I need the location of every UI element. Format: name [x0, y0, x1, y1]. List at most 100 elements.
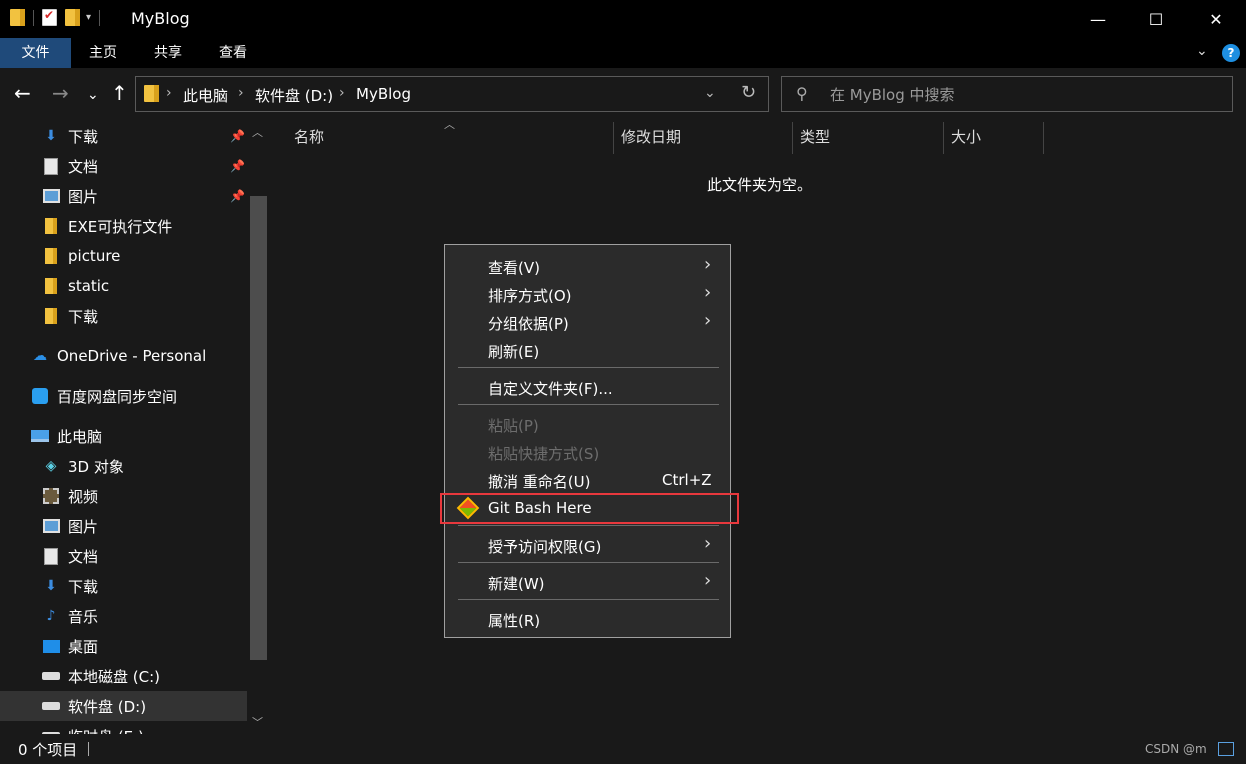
column-header-size[interactable]: 大小	[951, 120, 1041, 154]
properties-icon[interactable]	[42, 8, 57, 26]
submenu-chevron-icon: ›	[704, 282, 712, 303]
sidebar-item-desktop[interactable]: 桌面	[0, 631, 247, 661]
address-bar[interactable]: › 此电脑 › 软件盘 (D:) › MyBlog ⌄ ↻	[135, 76, 769, 112]
menu-item-new[interactable]: 新建(W) ›	[446, 568, 729, 596]
sidebar-item-label: 音乐	[68, 607, 99, 626]
sidebar-item-drive-d[interactable]: 软件盘 (D:)	[0, 691, 247, 721]
sidebar-item-exe-folder[interactable]: EXE可执行文件	[0, 211, 247, 241]
breadcrumb-chevron-icon[interactable]: ›	[339, 85, 345, 101]
tab-file[interactable]: 文件	[0, 38, 71, 68]
sidebar-item-local-disk-c[interactable]: 本地磁盘 (C:)	[0, 661, 247, 691]
sidebar-item-label: 临时盘 (E:)	[68, 726, 144, 735]
recent-locations-chevron-icon[interactable]: ⌄	[87, 84, 99, 106]
menu-item-customize-folder[interactable]: 自定义文件夹(F)...	[446, 373, 729, 401]
sidebar-item-label: 文档	[68, 157, 99, 176]
back-arrow-icon[interactable]: ←	[14, 82, 31, 104]
sidebar-item-downloads-folder[interactable]: 下载	[0, 301, 247, 331]
column-divider[interactable]	[1043, 122, 1044, 154]
sidebar-item-label: 下载	[68, 127, 99, 146]
column-header-type[interactable]: 类型	[800, 120, 940, 154]
menu-item-undo-rename[interactable]: 撤消 重命名(U) Ctrl+Z	[446, 466, 729, 494]
sidebar-item-label: 文档	[68, 547, 99, 566]
menu-item-label: 自定义文件夹(F)...	[488, 380, 613, 398]
sidebar-item-label: static	[68, 277, 110, 295]
search-input[interactable]	[830, 84, 1210, 106]
sidebar-item-drive-e[interactable]: 临时盘 (E:)	[0, 721, 247, 734]
breadcrumb-myblog[interactable]: MyBlog	[356, 85, 411, 103]
title-bar: ▾ MyBlog — ☐ ✕	[0, 0, 1246, 38]
menu-item-label: 查看(V)	[488, 259, 540, 277]
drive-icon	[42, 697, 60, 715]
menu-item-label: 粘贴(P)	[488, 417, 539, 435]
tab-share[interactable]: 共享	[138, 38, 198, 68]
help-icon[interactable]: ?	[1222, 44, 1240, 62]
toolbar-divider	[33, 9, 34, 26]
sidebar-item-label: 3D 对象	[68, 457, 124, 476]
sidebar-item-pictures[interactable]: 图片	[0, 511, 247, 541]
column-header-modified[interactable]: 修改日期	[621, 120, 791, 154]
sidebar-item-videos[interactable]: 视频	[0, 481, 247, 511]
breadcrumb-chevron-icon[interactable]: ›	[238, 85, 244, 101]
sidebar-item-documents[interactable]: 文档	[0, 541, 247, 571]
sidebar-item-quick-documents[interactable]: 文档 📌	[0, 151, 247, 181]
document-icon	[42, 547, 60, 565]
new-folder-icon[interactable]	[65, 9, 80, 26]
music-icon: ♪	[46, 608, 56, 624]
menu-item-properties[interactable]: 属性(R)	[446, 605, 729, 633]
pin-icon[interactable]: 📌	[230, 129, 245, 143]
sidebar-item-onedrive[interactable]: ☁ OneDrive - Personal	[0, 341, 247, 371]
window-title: MyBlog	[131, 9, 190, 28]
minimize-button[interactable]: —	[1068, 0, 1128, 38]
menu-item-give-access[interactable]: 授予访问权限(G) ›	[446, 531, 729, 559]
sidebar-scrollbar[interactable]: ︿ ﹀	[247, 120, 270, 734]
folder-icon	[42, 307, 60, 325]
folder-icon	[144, 85, 159, 102]
up-arrow-icon[interactable]: ↑	[111, 82, 128, 104]
customize-toolbar-chevron-icon[interactable]: ▾	[86, 12, 91, 23]
sidebar-item-label: 桌面	[68, 637, 99, 656]
sidebar-item-quick-downloads[interactable]: ⬇ 下载 📌	[0, 121, 247, 151]
details-view-icon[interactable]	[1218, 742, 1234, 756]
sidebar-item-downloads[interactable]: ⬇ 下载	[0, 571, 247, 601]
sidebar-item-baidu-netdisk[interactable]: 百度网盘同步空间	[0, 381, 247, 411]
column-divider[interactable]	[613, 122, 614, 154]
pin-icon[interactable]: 📌	[230, 159, 245, 173]
scroll-up-chevron-icon[interactable]: ︿	[252, 124, 263, 140]
sidebar-item-music[interactable]: ♪ 音乐	[0, 601, 247, 631]
status-bar: 0 个项目 CSDN @m	[0, 734, 1246, 764]
column-header-name[interactable]: 名称	[294, 120, 612, 154]
address-dropdown-chevron-icon[interactable]: ⌄	[704, 85, 716, 101]
sidebar-item-static-folder[interactable]: static	[0, 271, 247, 301]
column-divider[interactable]	[792, 122, 793, 154]
breadcrumb-drive-d[interactable]: 软件盘 (D:)	[255, 85, 333, 106]
sidebar-item-label: 本地磁盘 (C:)	[68, 667, 160, 686]
sidebar-item-picture-folder[interactable]: picture	[0, 241, 247, 271]
close-button[interactable]: ✕	[1186, 0, 1246, 38]
menu-item-label: 属性(R)	[488, 612, 541, 630]
sidebar-item-label: OneDrive - Personal	[57, 347, 207, 365]
breadcrumb-chevron-icon[interactable]: ›	[166, 85, 172, 101]
3d-objects-icon: ◈	[45, 458, 57, 474]
menu-item-refresh[interactable]: 刷新(E)	[446, 336, 729, 364]
refresh-icon[interactable]: ↻	[741, 82, 756, 103]
search-box[interactable]: ⚲	[781, 76, 1233, 112]
scrollbar-thumb[interactable]	[250, 196, 267, 660]
tab-home[interactable]: 主页	[74, 38, 132, 68]
scroll-down-chevron-icon[interactable]: ﹀	[252, 714, 263, 730]
menu-item-label: 排序方式(O)	[488, 287, 572, 305]
menu-separator	[458, 562, 719, 563]
maximize-button[interactable]: ☐	[1126, 0, 1186, 38]
sidebar-item-this-pc[interactable]: 此电脑	[0, 421, 247, 451]
forward-arrow-icon[interactable]: →	[52, 82, 69, 104]
tab-view[interactable]: 查看	[203, 38, 263, 68]
sidebar-item-quick-pictures[interactable]: 图片 📌	[0, 181, 247, 211]
menu-item-sort-by[interactable]: 排序方式(O) ›	[446, 280, 729, 308]
breadcrumb-this-pc[interactable]: 此电脑	[183, 85, 228, 106]
column-divider[interactable]	[943, 122, 944, 154]
sidebar-item-3d-objects[interactable]: ◈ 3D 对象	[0, 451, 247, 481]
file-list[interactable]: ︿ 名称 修改日期 类型 大小 此文件夹为空。	[271, 118, 1246, 734]
expand-ribbon-chevron-icon[interactable]: ⌄	[1196, 43, 1208, 59]
pin-icon[interactable]: 📌	[230, 189, 245, 203]
menu-item-group-by[interactable]: 分组依据(P) ›	[446, 308, 729, 336]
menu-item-view[interactable]: 查看(V) ›	[446, 252, 729, 280]
